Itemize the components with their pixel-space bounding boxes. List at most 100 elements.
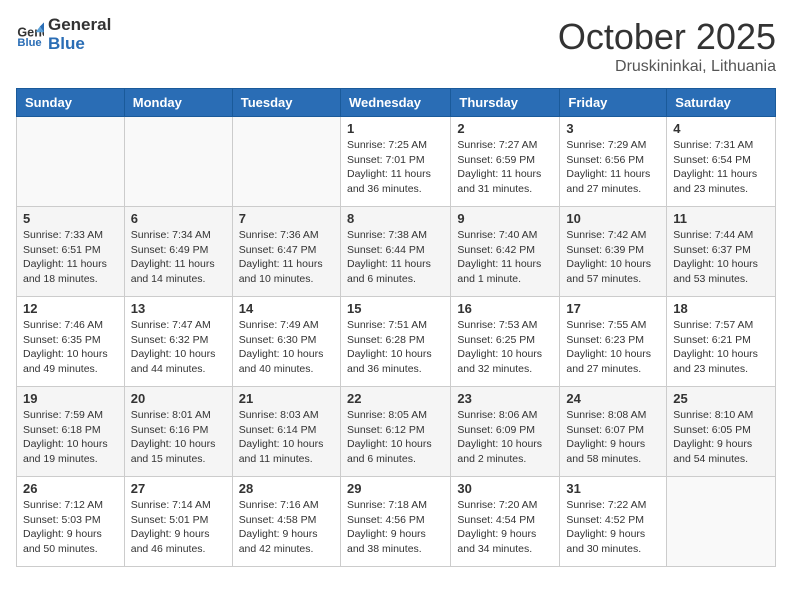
weekday-header-thursday: Thursday [451, 89, 560, 117]
calendar-cell: 19Sunrise: 7:59 AM Sunset: 6:18 PM Dayli… [17, 387, 125, 477]
day-number: 21 [239, 391, 334, 406]
day-info: Sunrise: 7:29 AM Sunset: 6:56 PM Dayligh… [566, 138, 660, 197]
logo-blue-text: Blue [48, 35, 111, 54]
day-info: Sunrise: 8:05 AM Sunset: 6:12 PM Dayligh… [347, 408, 444, 467]
day-info: Sunrise: 7:36 AM Sunset: 6:47 PM Dayligh… [239, 228, 334, 287]
day-info: Sunrise: 7:14 AM Sunset: 5:01 PM Dayligh… [131, 498, 226, 557]
day-info: Sunrise: 7:33 AM Sunset: 6:51 PM Dayligh… [23, 228, 118, 287]
calendar-cell: 4 Sunrise: 7:31 AM Sunset: 6:54 PM Daylig… [667, 117, 776, 207]
day-number: 18 [673, 301, 769, 316]
day-number: 29 [347, 481, 444, 496]
day-info: Sunrise: 7:51 AM Sunset: 6:28 PM Dayligh… [347, 318, 444, 377]
calendar-cell: 3 Sunrise: 7:29 AM Sunset: 6:56 PM Daylig… [560, 117, 667, 207]
calendar-cell: 10 Sunrise: 7:42 AM Sunset: 6:39 PM Dayli… [560, 207, 667, 297]
day-number: 14 [239, 301, 334, 316]
day-info: Sunrise: 7:31 AM Sunset: 6:54 PM Dayligh… [673, 138, 769, 197]
calendar-cell: 26 Sunrise: 7:12 AM Sunset: 5:03 PM Dayli… [17, 477, 125, 567]
svg-text:Blue: Blue [17, 37, 41, 49]
day-number: 7 [239, 211, 334, 226]
week-row-3: 12Sunrise: 7:46 AM Sunset: 6:35 PM Dayli… [17, 297, 776, 387]
calendar-cell: 27 Sunrise: 7:14 AM Sunset: 5:01 PM Dayli… [124, 477, 232, 567]
day-info: Sunrise: 7:22 AM Sunset: 4:52 PM Dayligh… [566, 498, 660, 557]
day-info: Sunrise: 7:47 AM Sunset: 6:32 PM Dayligh… [131, 318, 226, 377]
day-number: 4 [673, 121, 769, 136]
calendar-cell: 17 Sunrise: 7:55 AM Sunset: 6:23 PM Dayli… [560, 297, 667, 387]
calendar-cell: 11 Sunrise: 7:44 AM Sunset: 6:37 PM Dayli… [667, 207, 776, 297]
logo: General Blue General Blue [16, 16, 111, 53]
day-number: 11 [673, 211, 769, 226]
day-number: 20 [131, 391, 226, 406]
week-row-2: 5 Sunrise: 7:33 AM Sunset: 6:51 PM Daylig… [17, 207, 776, 297]
calendar-cell: 9Sunrise: 7:40 AM Sunset: 6:42 PM Daylig… [451, 207, 560, 297]
day-info: Sunrise: 7:27 AM Sunset: 6:59 PM Dayligh… [457, 138, 553, 197]
day-number: 31 [566, 481, 660, 496]
calendar-cell: 30Sunrise: 7:20 AM Sunset: 4:54 PM Dayli… [451, 477, 560, 567]
day-number: 25 [673, 391, 769, 406]
day-info: Sunrise: 7:12 AM Sunset: 5:03 PM Dayligh… [23, 498, 118, 557]
day-number: 10 [566, 211, 660, 226]
calendar-cell [124, 117, 232, 207]
calendar-cell: 8Sunrise: 7:38 AM Sunset: 6:44 PM Daylig… [340, 207, 450, 297]
day-info: Sunrise: 7:55 AM Sunset: 6:23 PM Dayligh… [566, 318, 660, 377]
calendar-cell: 23 Sunrise: 8:06 AM Sunset: 6:09 PM Dayli… [451, 387, 560, 477]
calendar-cell: 24 Sunrise: 8:08 AM Sunset: 6:07 PM Dayli… [560, 387, 667, 477]
day-info: Sunrise: 8:08 AM Sunset: 6:07 PM Dayligh… [566, 408, 660, 467]
weekday-header-monday: Monday [124, 89, 232, 117]
calendar-cell [17, 117, 125, 207]
day-number: 24 [566, 391, 660, 406]
day-number: 12 [23, 301, 118, 316]
weekday-header-sunday: Sunday [17, 89, 125, 117]
day-number: 3 [566, 121, 660, 136]
calendar-cell: 5 Sunrise: 7:33 AM Sunset: 6:51 PM Daylig… [17, 207, 125, 297]
location: Druskininkai, Lithuania [558, 58, 776, 76]
day-number: 28 [239, 481, 334, 496]
day-info: Sunrise: 7:49 AM Sunset: 6:30 PM Dayligh… [239, 318, 334, 377]
day-number: 23 [457, 391, 553, 406]
calendar-cell [667, 477, 776, 567]
weekday-header-wednesday: Wednesday [340, 89, 450, 117]
day-info: Sunrise: 7:25 AM Sunset: 7:01 PM Dayligh… [347, 138, 444, 197]
day-info: Sunrise: 7:18 AM Sunset: 4:56 PM Dayligh… [347, 498, 444, 557]
calendar-cell: 1 Sunrise: 7:25 AM Sunset: 7:01 PM Daylig… [340, 117, 450, 207]
calendar-cell: 6 Sunrise: 7:34 AM Sunset: 6:49 PM Daylig… [124, 207, 232, 297]
day-number: 17 [566, 301, 660, 316]
day-number: 27 [131, 481, 226, 496]
calendar-cell: 20Sunrise: 8:01 AM Sunset: 6:16 PM Dayli… [124, 387, 232, 477]
day-info: Sunrise: 7:16 AM Sunset: 4:58 PM Dayligh… [239, 498, 334, 557]
day-info: Sunrise: 8:03 AM Sunset: 6:14 PM Dayligh… [239, 408, 334, 467]
calendar-cell: 29 Sunrise: 7:18 AM Sunset: 4:56 PM Dayli… [340, 477, 450, 567]
day-number: 22 [347, 391, 444, 406]
month-title: October 2025 [558, 16, 776, 58]
calendar-cell: 2Sunrise: 7:27 AM Sunset: 6:59 PM Daylig… [451, 117, 560, 207]
calendar-cell: 7 Sunrise: 7:36 AM Sunset: 6:47 PM Daylig… [232, 207, 340, 297]
day-info: Sunrise: 7:40 AM Sunset: 6:42 PM Dayligh… [457, 228, 553, 287]
calendar-cell [232, 117, 340, 207]
logo-icon: General Blue [16, 21, 44, 49]
calendar-cell: 16 Sunrise: 7:53 AM Sunset: 6:25 PM Dayli… [451, 297, 560, 387]
day-number: 30 [457, 481, 553, 496]
day-info: Sunrise: 7:53 AM Sunset: 6:25 PM Dayligh… [457, 318, 553, 377]
day-info: Sunrise: 8:06 AM Sunset: 6:09 PM Dayligh… [457, 408, 553, 467]
calendar-cell: 21 Sunrise: 8:03 AM Sunset: 6:14 PM Dayli… [232, 387, 340, 477]
day-number: 15 [347, 301, 444, 316]
calendar-cell: 25Sunrise: 8:10 AM Sunset: 6:05 PM Dayli… [667, 387, 776, 477]
day-number: 1 [347, 121, 444, 136]
day-number: 13 [131, 301, 226, 316]
day-number: 16 [457, 301, 553, 316]
calendar-cell: 14 Sunrise: 7:49 AM Sunset: 6:30 PM Dayli… [232, 297, 340, 387]
day-info: Sunrise: 7:34 AM Sunset: 6:49 PM Dayligh… [131, 228, 226, 287]
day-number: 26 [23, 481, 118, 496]
day-number: 19 [23, 391, 118, 406]
weekday-header-row: SundayMondayTuesdayWednesdayThursdayFrid… [17, 89, 776, 117]
day-info: Sunrise: 7:42 AM Sunset: 6:39 PM Dayligh… [566, 228, 660, 287]
weekday-header-friday: Friday [560, 89, 667, 117]
calendar: SundayMondayTuesdayWednesdayThursdayFrid… [16, 88, 776, 567]
calendar-cell: 28 Sunrise: 7:16 AM Sunset: 4:58 PM Dayli… [232, 477, 340, 567]
day-number: 6 [131, 211, 226, 226]
calendar-cell: 13 Sunrise: 7:47 AM Sunset: 6:32 PM Dayli… [124, 297, 232, 387]
title-section: October 2025 Druskininkai, Lithuania [558, 16, 776, 76]
logo-general-text: General [48, 16, 111, 35]
day-number: 5 [23, 211, 118, 226]
calendar-cell: 12Sunrise: 7:46 AM Sunset: 6:35 PM Dayli… [17, 297, 125, 387]
day-info: Sunrise: 7:44 AM Sunset: 6:37 PM Dayligh… [673, 228, 769, 287]
